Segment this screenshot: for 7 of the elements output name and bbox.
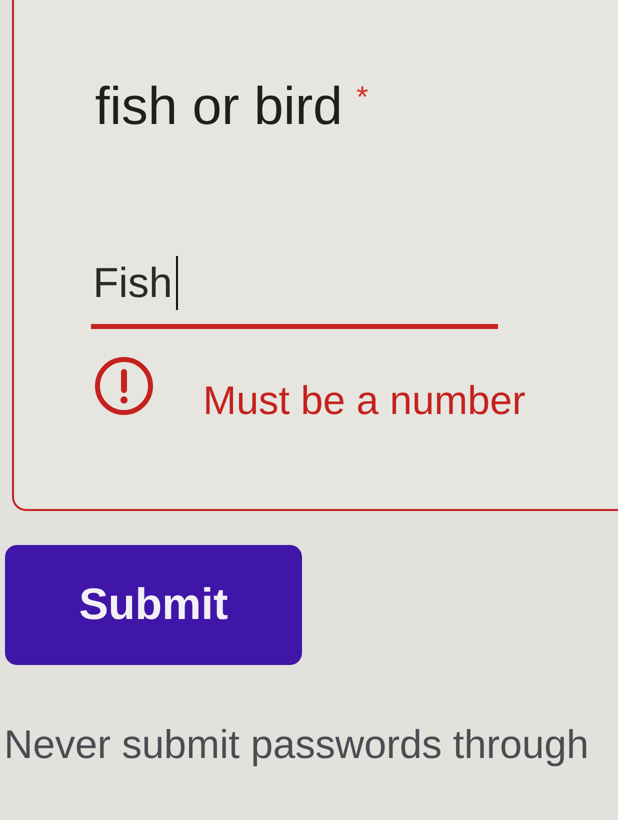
error-message: Must be a number [203,378,526,425]
required-asterisk: * [356,80,368,116]
submit-button[interactable]: Submit [5,545,302,665]
password-warning: Never submit passwords through [4,722,590,769]
error-icon [95,357,153,415]
answer-field[interactable]: Fish [91,256,498,329]
question-title: fish or bird [95,76,342,138]
